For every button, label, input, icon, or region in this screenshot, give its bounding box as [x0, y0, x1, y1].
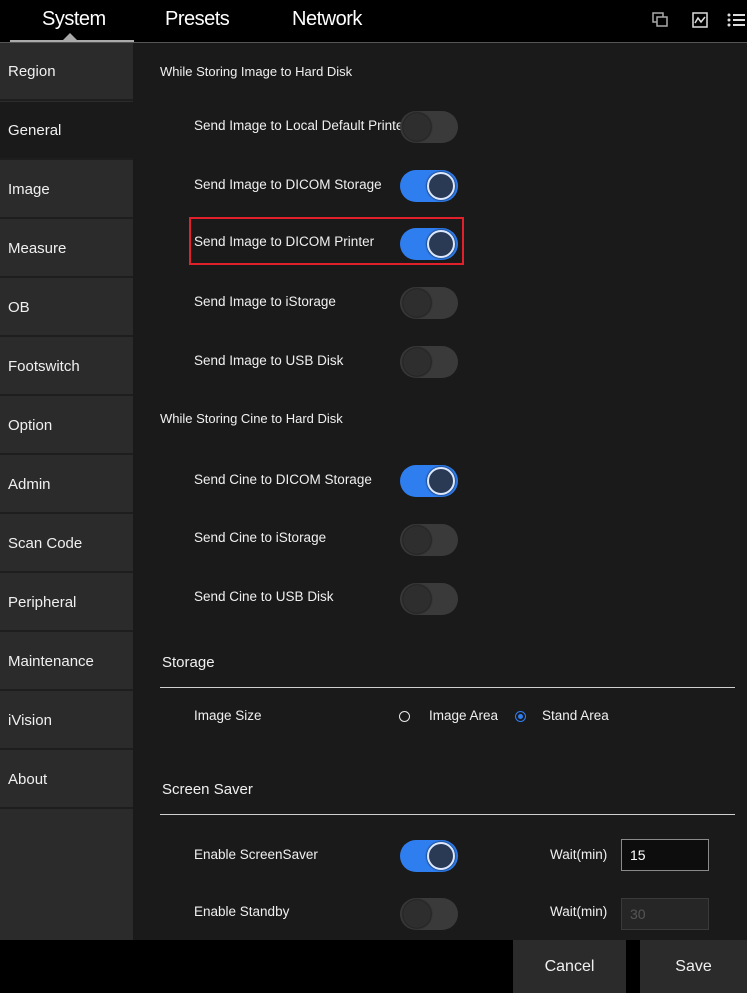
local-printer-toggle[interactable] — [400, 111, 458, 143]
toggle-knob — [427, 172, 455, 200]
stand-area-radio[interactable] — [515, 711, 526, 722]
toggle-knob — [403, 113, 431, 141]
settings-panel: While Storing Image to Hard Disk Send Im… — [133, 43, 747, 940]
sidebar-item-about[interactable]: About — [0, 751, 133, 809]
row-label: Enable ScreenSaver — [194, 847, 318, 862]
toggle-knob — [403, 526, 431, 554]
menu-icon[interactable] — [727, 12, 745, 32]
cine-usb-disk-toggle[interactable] — [400, 583, 458, 615]
waveform-icon[interactable] — [692, 12, 708, 32]
image-size-label: Image Size — [194, 708, 262, 723]
top-tab-bar: System Presets Network — [0, 0, 747, 42]
toggle-knob — [403, 289, 431, 317]
screensaver-wait-input[interactable] — [621, 839, 709, 871]
row-label: Send Image to iStorage — [194, 294, 336, 309]
sidebar-item-peripheral[interactable]: Peripheral — [0, 574, 133, 632]
usb-disk-toggle[interactable] — [400, 346, 458, 378]
toggle-knob — [403, 900, 431, 928]
row-label: Send Cine to DICOM Storage — [194, 472, 372, 487]
row-label: Send Image to DICOM Printer — [194, 234, 375, 249]
istorage-toggle[interactable] — [400, 287, 458, 319]
sidebar-item-region[interactable]: Region — [0, 43, 133, 101]
sidebar: Region General Image Measure OB Footswit… — [0, 43, 133, 940]
row-label: Send Cine to iStorage — [194, 530, 327, 545]
screensaver-toggle[interactable] — [400, 840, 458, 872]
sidebar-item-option[interactable]: Option — [0, 397, 133, 455]
row-label: Send Image to USB Disk — [194, 353, 344, 368]
cine-store-group-title: While Storing Cine to Hard Disk — [160, 411, 343, 426]
tab-network[interactable]: Network — [292, 8, 362, 31]
standby-wait-input[interactable] — [621, 898, 709, 930]
bottom-bar: Cancel Save — [0, 940, 747, 993]
standby-toggle[interactable] — [400, 898, 458, 930]
image-area-label[interactable]: Image Area — [429, 708, 498, 723]
dicom-storage-toggle[interactable] — [400, 170, 458, 202]
wait-label: Wait(min) — [550, 904, 608, 919]
toggle-knob — [403, 348, 431, 376]
save-button[interactable]: Save — [640, 940, 747, 993]
sidebar-item-admin[interactable]: Admin — [0, 456, 133, 514]
row-label: Send Image to Local Default Printer — [194, 118, 408, 133]
sidebar-item-scan-code[interactable]: Scan Code — [0, 515, 133, 573]
sidebar-item-footswitch[interactable]: Footswitch — [0, 338, 133, 396]
image-store-group-title: While Storing Image to Hard Disk — [160, 64, 353, 79]
section-divider — [160, 687, 735, 688]
row-label: Send Cine to USB Disk — [194, 589, 334, 604]
wait-label: Wait(min) — [550, 847, 608, 862]
sidebar-item-ob[interactable]: OB — [0, 279, 133, 337]
image-area-radio[interactable] — [399, 711, 410, 722]
toggle-knob — [427, 230, 455, 258]
dicom-printer-toggle[interactable] — [400, 228, 458, 260]
toggle-knob — [427, 842, 455, 870]
tab-system[interactable]: System — [42, 8, 106, 31]
section-divider — [160, 814, 735, 815]
cancel-button[interactable]: Cancel — [513, 940, 626, 993]
screen-saver-section-title: Screen Saver — [162, 781, 253, 798]
sidebar-item-general[interactable]: General — [0, 102, 133, 160]
row-label: Enable Standby — [194, 904, 290, 919]
sidebar-item-measure[interactable]: Measure — [0, 220, 133, 278]
sidebar-item-maintenance[interactable]: Maintenance — [0, 633, 133, 691]
row-label: Send Image to DICOM Storage — [194, 177, 382, 192]
storage-section-title: Storage — [162, 654, 215, 671]
toggle-knob — [427, 467, 455, 495]
cine-dicom-storage-toggle[interactable] — [400, 465, 458, 497]
cine-istorage-toggle[interactable] — [400, 524, 458, 556]
toggle-knob — [403, 585, 431, 613]
stand-area-label[interactable]: Stand Area — [542, 708, 609, 723]
tab-presets[interactable]: Presets — [165, 8, 230, 31]
sidebar-item-image[interactable]: Image — [0, 161, 133, 219]
copy-icon[interactable] — [652, 12, 668, 32]
sidebar-item-ivision[interactable]: iVision — [0, 692, 133, 750]
